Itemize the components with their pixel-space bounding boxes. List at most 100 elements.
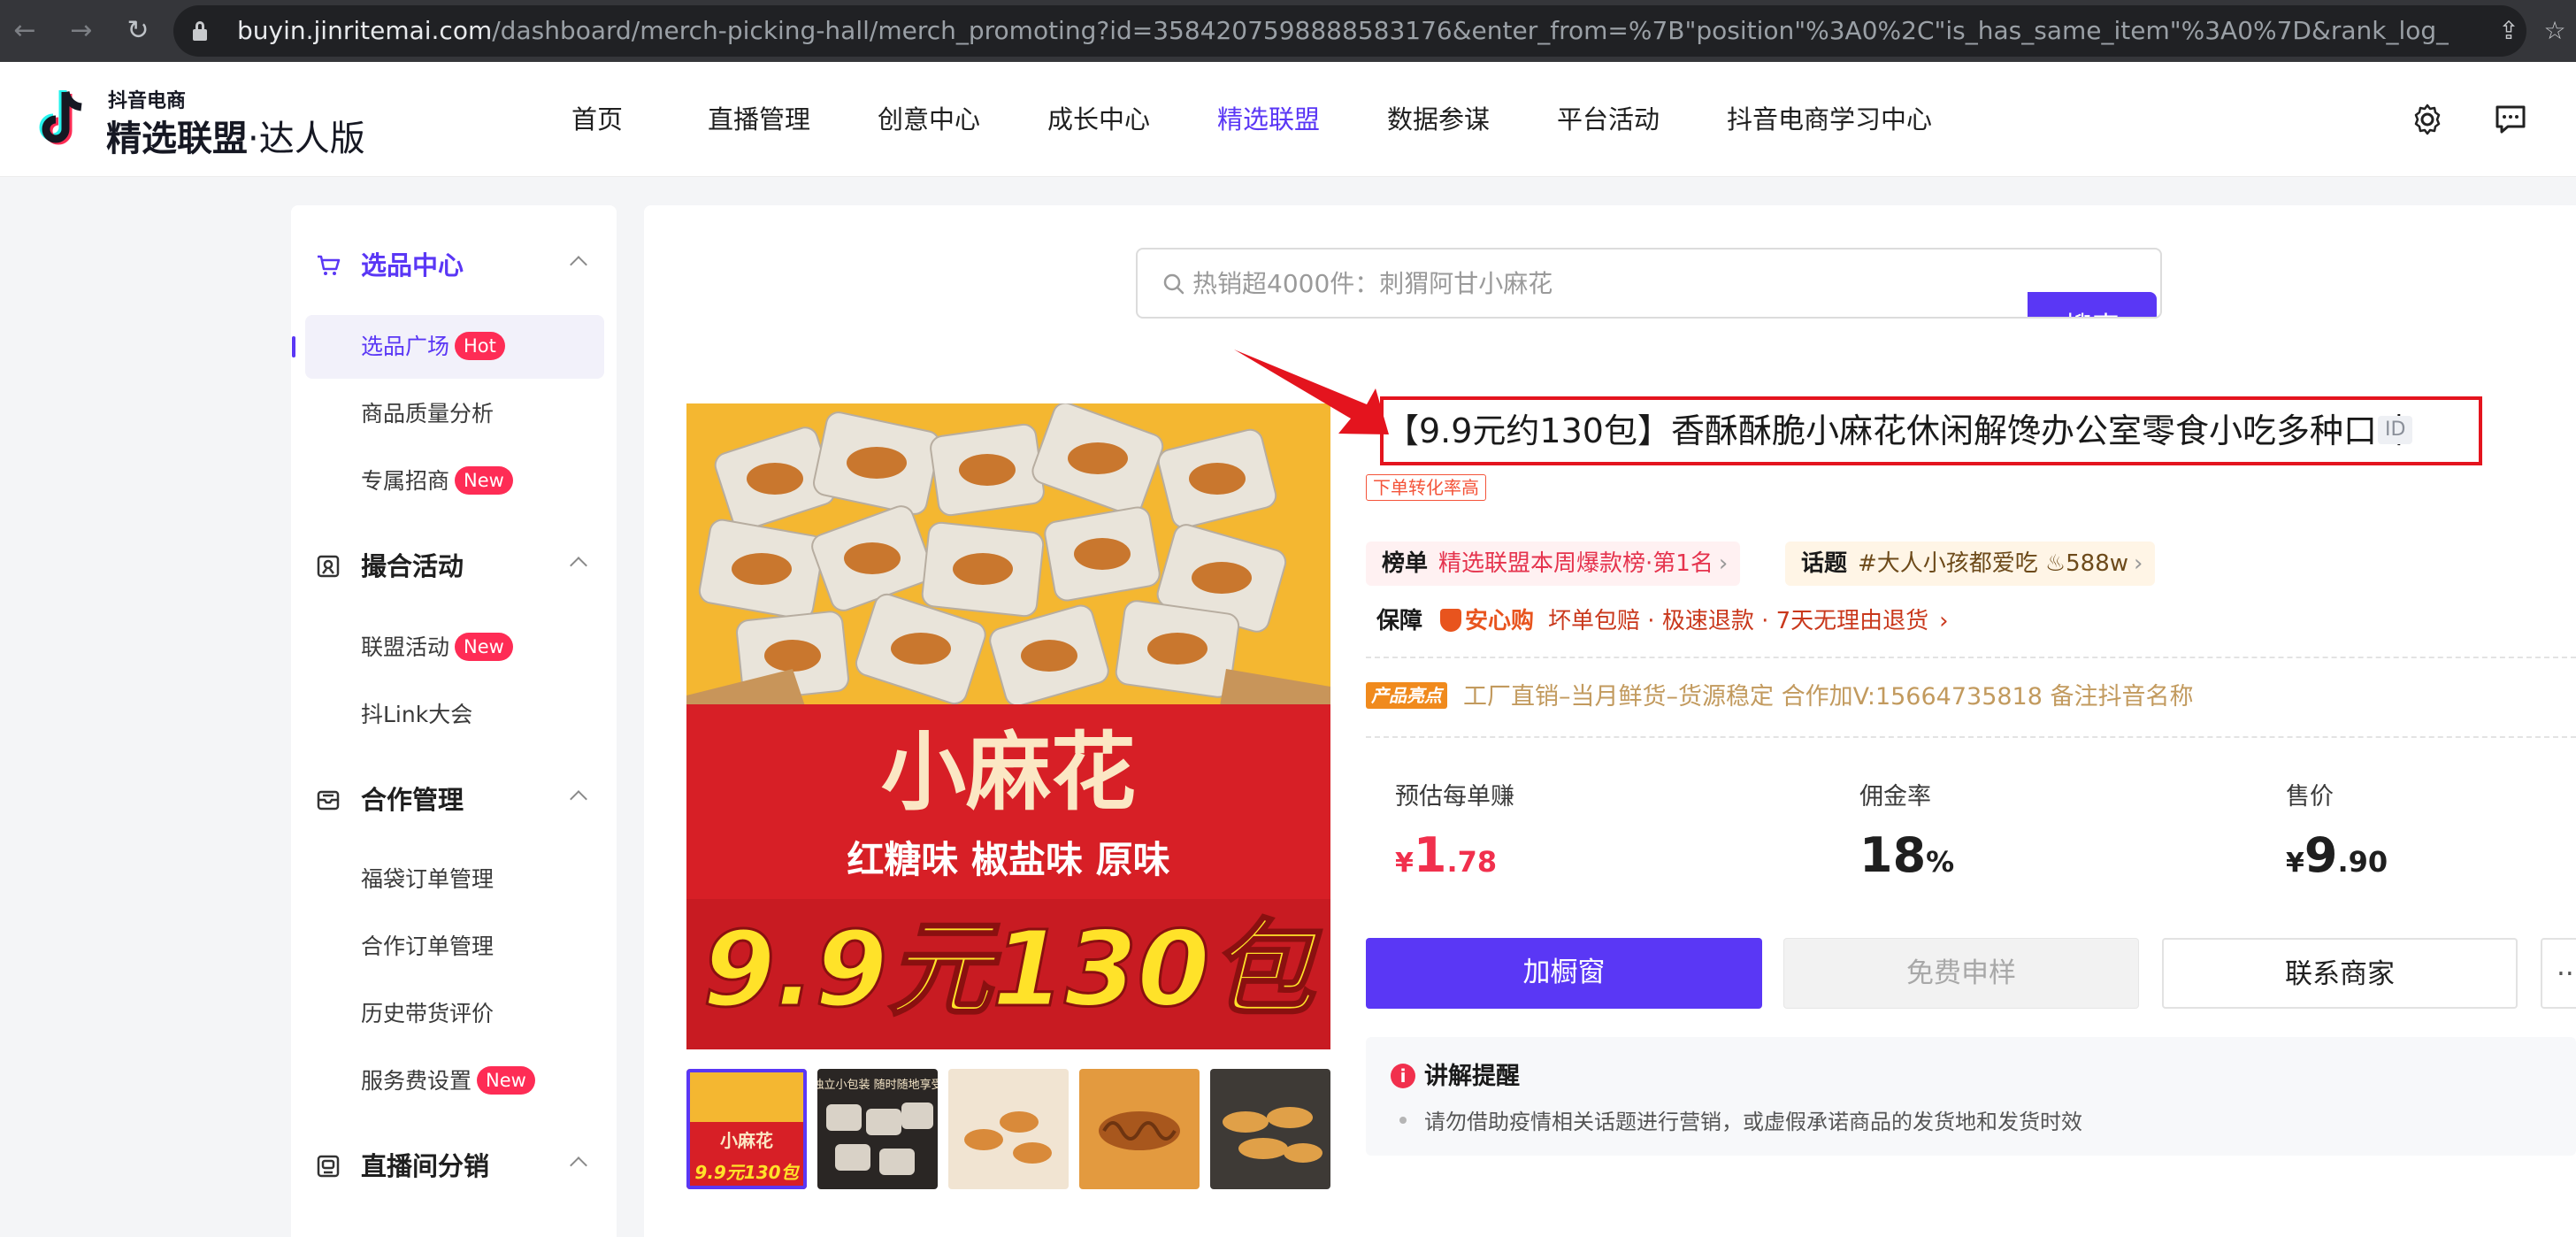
sidebar-item-dou-link[interactable]: 抖Link大会 — [305, 683, 604, 747]
sidebar-item-alliance-activities[interactable]: 联盟活动 New — [305, 616, 604, 680]
bullet — [1399, 1117, 1407, 1124]
nav-home[interactable]: 首页 — [571, 62, 708, 177]
sidebar-section-cooperation-management[interactable]: 合作管理 — [291, 773, 617, 826]
sidebar-item-service-fee[interactable]: 服务费设置 New — [305, 1049, 604, 1113]
sidebar-item-label: 合作订单管理 — [361, 934, 494, 959]
product-title: 【9.9元约130包】香酥酥脆小麻花休闲解馋办公室零食小吃多种口味 — [1385, 411, 2411, 450]
sidebar-item-label: 服务费设置 — [361, 1068, 472, 1094]
sidebar-section-matching-activities[interactable]: 撮合活动 — [291, 540, 617, 593]
thumbnail-5[interactable] — [1210, 1069, 1330, 1189]
topic-pill[interactable]: 话题 #大人小孩都爱吃 ♨588w › — [1785, 542, 2156, 586]
guarantee-value: 坏单包赔 · 极速退款 · 7天无理由退货 — [1548, 608, 1929, 634]
metric-estimated-earning: 预估每单赚 ¥1.78 — [1395, 777, 1514, 883]
sidebar-item-label: 历史带货评价 — [361, 1001, 494, 1026]
nav-selected-alliance[interactable]: 精选联盟 — [1217, 62, 1387, 177]
main-content: 搜索 — [644, 205, 2576, 1237]
chevron-up-icon[interactable] — [570, 1156, 587, 1174]
divider — [1366, 736, 2576, 738]
sidebar-section-product-center[interactable]: 选品中心 — [291, 239, 617, 292]
rank-pill[interactable]: 榜单 精选联盟本周爆款榜·第1名 › — [1366, 542, 1741, 586]
chevron-up-icon[interactable] — [570, 790, 587, 808]
product-id-button[interactable]: ID — [2378, 416, 2413, 444]
thumbnail-3[interactable] — [948, 1069, 1069, 1189]
info-icon: i — [1391, 1064, 1415, 1088]
free-sample-button[interactable]: 免费申样 — [1783, 938, 2139, 1009]
product-title-highlight: 【9.9元约130包】香酥酥脆小麻花休闲解馋办公室零食小吃多种口味 ID — [1380, 396, 2482, 465]
cart-icon — [318, 255, 341, 275]
nav-growth-center[interactable]: 成长中心 — [1047, 62, 1217, 177]
nav-data-advisor[interactable]: 数据参谋 — [1387, 62, 1557, 177]
search-button[interactable]: 搜索 — [2028, 292, 2157, 317]
activity-icon — [317, 555, 340, 578]
lock-icon — [193, 21, 207, 41]
search-input[interactable] — [1192, 250, 1989, 317]
product-image-name: 小麻花 — [881, 722, 1136, 822]
thumbnail-image — [948, 1069, 1069, 1189]
topic-value: #大人小孩都爱吃 — [1858, 550, 2038, 577]
sidebar-section-title: 直播间分销 — [361, 1151, 490, 1181]
thumbnail-2[interactable]: 独立小包装 随时随地享受 — [817, 1069, 938, 1189]
metric-value: ¥1.78 — [1395, 827, 1498, 883]
hot-badge: Hot — [455, 332, 505, 360]
nav-platform-activities[interactable]: 平台活动 — [1557, 62, 1727, 177]
inbox-icon — [317, 790, 340, 811]
settings-gear-icon[interactable] — [2410, 102, 2445, 137]
chevron-up-icon[interactable] — [570, 557, 587, 574]
sidebar-section-live-distribution[interactable]: 直播间分销 — [291, 1140, 617, 1193]
back-icon[interactable]: ← — [9, 15, 41, 47]
sidebar-item-label: 商品质量分析 — [361, 401, 494, 426]
search-icon — [1163, 273, 1184, 295]
chevron-right-icon: › — [2134, 550, 2143, 577]
sidebar: 选品中心 选品广场 Hot 商品质量分析 专属招商 New 撮合活动 联盟活动 New… — [291, 205, 617, 1237]
rank-label: 榜单 — [1382, 550, 1429, 577]
metric-commission-rate: 佣金率 18% — [1859, 777, 1954, 883]
share-icon[interactable]: ⇪ — [2493, 15, 2525, 47]
notice-title: 讲解提醒 — [1424, 1063, 1520, 1090]
sidebar-item-quality-analysis[interactable]: 商品质量分析 — [305, 382, 604, 446]
contact-merchant-button[interactable]: 联系商家 — [2162, 938, 2518, 1009]
sidebar-item-product-square[interactable]: 选品广场 Hot — [292, 315, 604, 379]
sidebar-item-lucky-bag-orders[interactable]: 福袋订单管理 — [305, 848, 604, 911]
thumbnail-4[interactable] — [1079, 1069, 1200, 1189]
more-options-button[interactable]: ·· — [2541, 938, 2576, 1009]
sidebar-item-label: 专属招商 — [361, 468, 450, 494]
chevron-up-icon[interactable] — [570, 256, 587, 273]
product-highlight: 产品亮点 工厂直销–当月鲜货–货源稳定 合作加V:15664735818 备注抖音… — [1366, 678, 2194, 717]
new-badge: New — [477, 1066, 535, 1095]
sidebar-item-cooperation-orders[interactable]: 合作订单管理 — [305, 915, 604, 979]
fire-icon: ♨ — [2044, 550, 2066, 577]
add-to-showcase-button[interactable]: 加橱窗 — [1366, 938, 1762, 1009]
bookmark-star-icon[interactable]: ☆ — [2539, 15, 2571, 47]
sidebar-item-label: 选品广场 — [361, 334, 450, 359]
product-main-image[interactable]: 小麻花 红糖味 椒盐味 原味 9.9元130包 — [686, 403, 1330, 1049]
logo[interactable]: 抖音电商 精选联盟·达人版 — [35, 83, 372, 159]
annotation-arrow-icon — [1234, 350, 1389, 434]
new-badge: New — [455, 466, 513, 495]
address-bar[interactable]: buyin.jinritemai.com/dashboard/merch-pic… — [173, 5, 2526, 57]
topic-heat: 588w — [2066, 550, 2129, 577]
nav-learning-center[interactable]: 抖音电商学习中心 — [1727, 62, 1957, 177]
nav-live-management[interactable]: 直播管理 — [708, 62, 878, 177]
divider — [1366, 657, 2576, 658]
reload-icon[interactable]: ↻ — [122, 15, 154, 47]
metric-price: 售价 ¥9.90 — [2286, 777, 2388, 883]
forward-icon[interactable]: → — [65, 15, 97, 47]
sidebar-item-label: 联盟活动 — [361, 634, 450, 660]
thumbnail-1[interactable]: 小麻花 9.9元130包 — [686, 1069, 807, 1189]
chevron-right-icon: › — [1939, 608, 1949, 634]
metric-value: 18% — [1859, 827, 1955, 883]
product-image-flavors: 红糖味 椒盐味 原味 — [847, 838, 1169, 881]
highlight-text: 工厂直销–当月鲜货–货源稳定 合作加V:15664735818 备注抖音名称 — [1463, 683, 2194, 711]
sidebar-section-title: 选品中心 — [361, 250, 464, 280]
thumbnail-promo: 9.9元130包 — [694, 1162, 800, 1183]
product-photo: 小麻花 红糖味 椒盐味 原味 9.9元130包 — [686, 403, 1330, 1049]
message-icon[interactable] — [2493, 102, 2528, 137]
new-badge: New — [455, 633, 513, 661]
sidebar-item-exclusive-recruitment[interactable]: 专属招商 New — [305, 449, 604, 513]
douyin-logo-icon — [39, 90, 82, 145]
guarantee-row[interactable]: 保障 安心购 坏单包赔 · 极速退款 · 7天无理由退货 › — [1376, 602, 1949, 641]
nav-creative-center[interactable]: 创意中心 — [878, 62, 1047, 177]
thumbnail-caption: 独立小包装 随时随地享受 — [817, 1078, 938, 1092]
thumbnail-image: 独立小包装 随时随地享受 — [817, 1069, 938, 1189]
sidebar-item-history-reviews[interactable]: 历史带货评价 — [305, 982, 604, 1046]
